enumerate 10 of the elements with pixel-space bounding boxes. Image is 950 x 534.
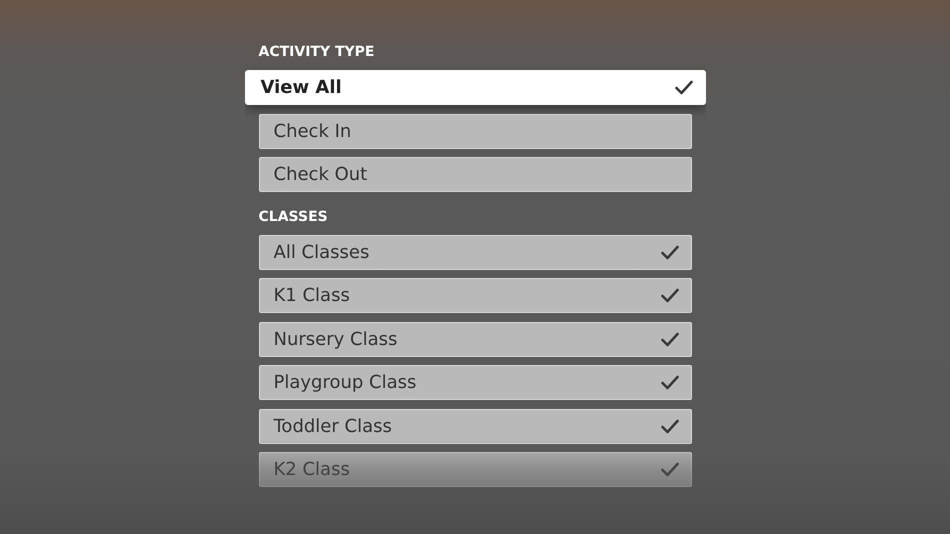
filter-option[interactable]: Nursery Class <box>258 322 692 357</box>
filter-option[interactable]: Check Out <box>258 157 692 192</box>
filter-option[interactable]: Playgroup Class <box>258 365 692 400</box>
filter-option[interactable]: All Classes <box>258 234 692 270</box>
section-header: ACTIVITY TYPE <box>258 43 376 62</box>
filter-option[interactable]: Toddler Class <box>258 408 692 444</box>
filter-option[interactable]: View All <box>244 70 706 106</box>
section-header: CLASSES <box>258 208 329 227</box>
filter-option[interactable]: Check In <box>258 114 692 149</box>
filter-option[interactable]: K1 Class <box>258 278 692 314</box>
